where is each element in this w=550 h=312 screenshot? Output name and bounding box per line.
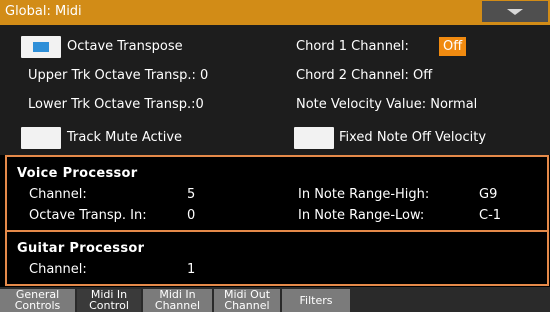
voice-channel-label: Channel: (29, 187, 87, 202)
tab-label-line2: Controls (14, 299, 61, 312)
note-range-high-value[interactable]: G9 (479, 187, 497, 202)
voice-octave-value[interactable]: 0 (187, 208, 195, 223)
tab-bar: General Controls Midi In Control Midi In… (0, 287, 550, 312)
octave-transpose-checkbox[interactable] (21, 36, 61, 58)
check-mark-icon (33, 42, 49, 52)
upper-trk-octave-transp[interactable]: Upper Trk Octave Transp.: 0 (28, 68, 208, 83)
guitar-processor-title: Guitar Processor (17, 241, 145, 256)
tab-label-line2: Channel (154, 299, 201, 312)
note-range-low-label: In Note Range-Low: (298, 208, 425, 223)
note-velocity-value[interactable]: Note Velocity Value: Normal (296, 97, 477, 112)
tab-midi-in-channel[interactable]: Midi In Channel (143, 289, 212, 312)
track-mute-checkbox[interactable] (21, 127, 61, 149)
tab-label-line1: Filters (299, 294, 333, 307)
note-range-high-label: In Note Range-High: (298, 187, 430, 202)
tab-midi-out-channel[interactable]: Midi Out Channel (214, 289, 280, 312)
chord2-channel[interactable]: Chord 2 Channel: Off (296, 68, 432, 83)
fixed-note-off-checkbox[interactable] (294, 127, 334, 149)
track-mute-label: Track Mute Active (67, 130, 183, 145)
page-title: Global: Midi (5, 4, 82, 19)
page-menu-button[interactable] (482, 1, 548, 22)
chord1-channel-label: Chord 1 Channel: (296, 39, 409, 54)
guitar-channel-label: Channel: (29, 262, 87, 277)
voice-processor-title: Voice Processor (17, 166, 138, 181)
tab-label-line2: Channel (224, 299, 270, 312)
voice-processor-panel: Voice Processor Channel: 5 Octave Transp… (5, 155, 549, 232)
midi-settings-area: Octave Transpose Upper Trk Octave Transp… (0, 25, 550, 155)
voice-channel-value[interactable]: 5 (187, 187, 195, 202)
guitar-processor-panel: Guitar Processor Channel: 1 (5, 230, 549, 286)
tab-midi-in-control[interactable]: Midi In Control (77, 289, 141, 312)
guitar-channel-value[interactable]: 1 (187, 262, 195, 277)
chord1-channel-value[interactable]: Off (439, 37, 467, 56)
voice-octave-label: Octave Transp. In: (29, 208, 147, 223)
note-range-low-value[interactable]: C-1 (479, 208, 501, 223)
title-bar: Global: Midi (0, 0, 550, 25)
tab-label-line2: Control (89, 299, 129, 312)
chevron-down-icon (507, 9, 523, 15)
fixed-note-off-label: Fixed Note Off Velocity (339, 130, 487, 145)
tab-filters[interactable]: Filters (282, 289, 350, 312)
tab-general-controls[interactable]: General Controls (0, 289, 75, 312)
octave-transpose-label: Octave Transpose (67, 39, 183, 54)
lower-trk-octave-transp[interactable]: Lower Trk Octave Transp.:0 (28, 97, 204, 112)
